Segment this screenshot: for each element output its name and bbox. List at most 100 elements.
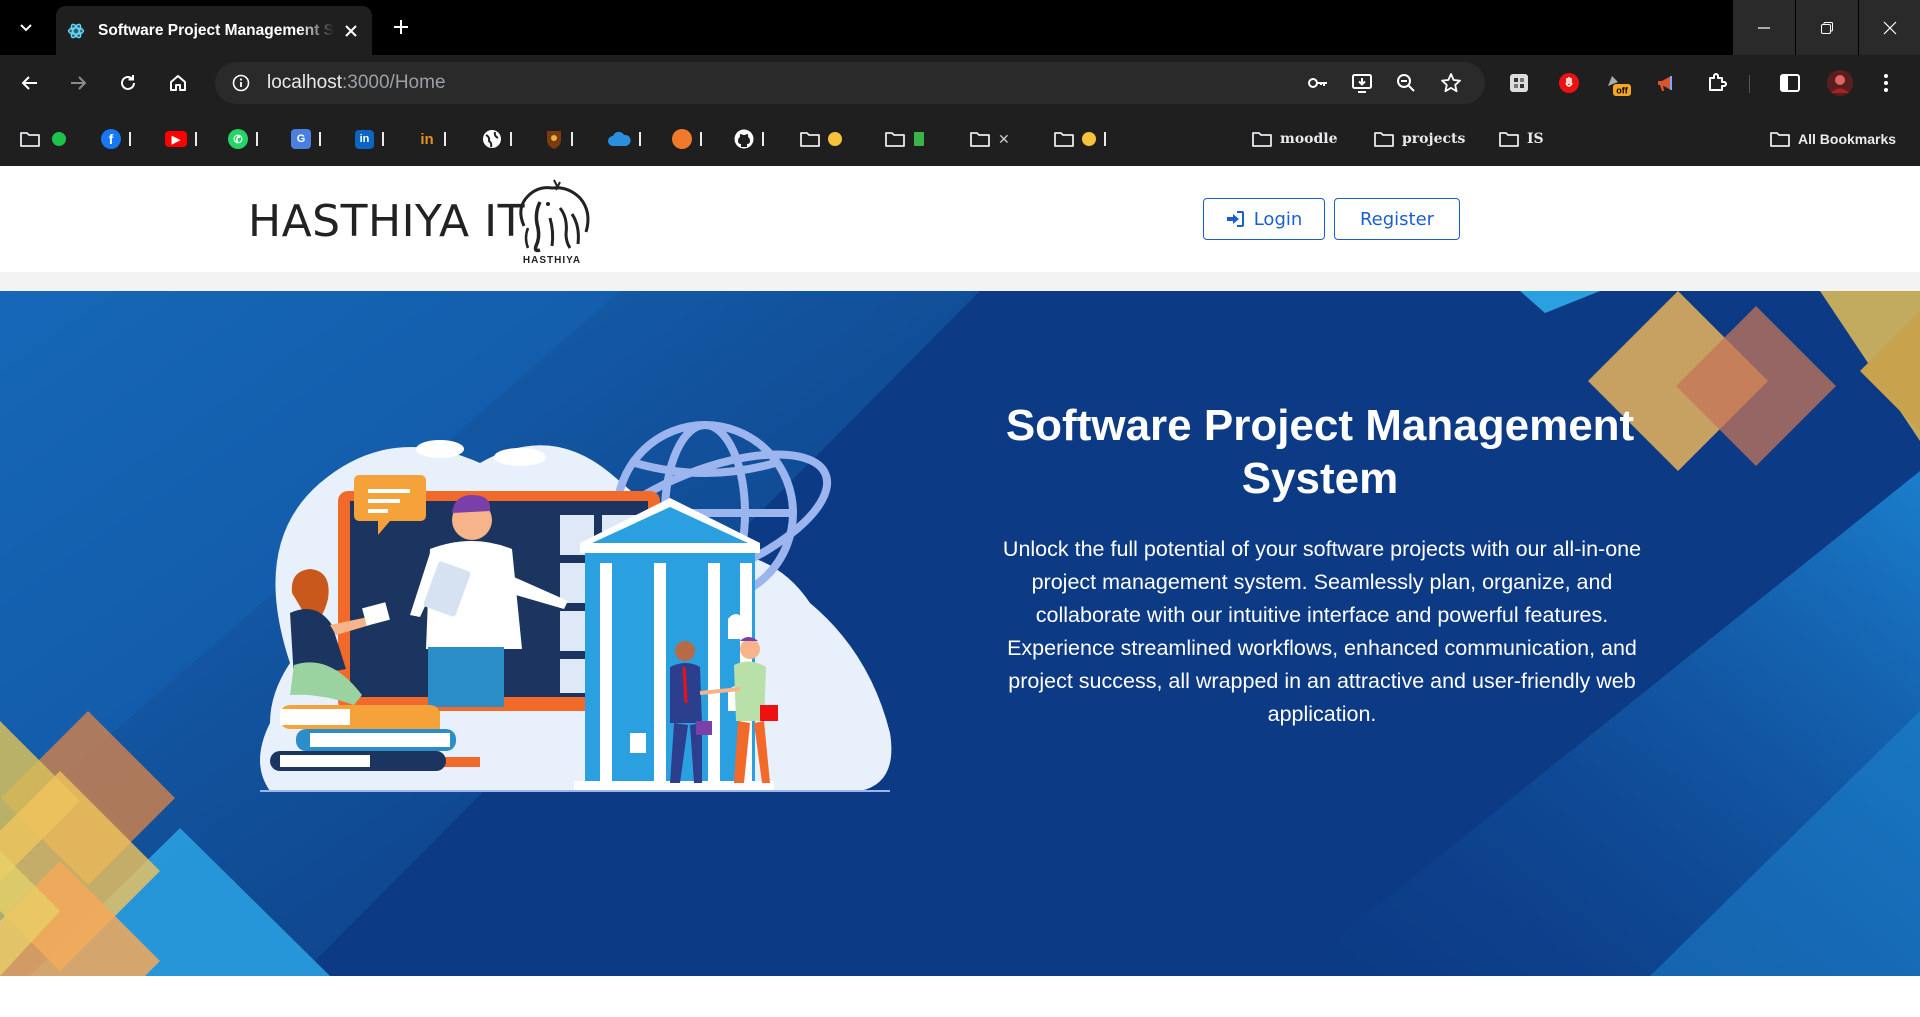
folder-icon — [970, 132, 990, 147]
bookmark-folder-book[interactable] — [885, 125, 924, 153]
register-button[interactable]: Register — [1334, 198, 1460, 240]
elephant-logo[interactable]: HASTHIYA — [510, 178, 594, 268]
bookmark-linkedin[interactable]: in — [355, 125, 384, 153]
browser-toolbar: localhost:3000/Home off — [0, 55, 1920, 111]
bookmark-moodle[interactable]: moodle — [1252, 125, 1338, 153]
header-shadow-band — [0, 272, 1920, 291]
crest-icon — [547, 131, 561, 149]
extension-badge: off — [1616, 86, 1628, 96]
bookmark-label: IS — [1527, 131, 1544, 147]
sign-in-icon — [1226, 211, 1244, 227]
bookmark-orange-site[interactable] — [672, 125, 702, 153]
profile-avatar[interactable] — [1824, 67, 1856, 99]
zoom-icon[interactable] — [1394, 71, 1418, 95]
arrow-left-icon — [21, 76, 37, 90]
site-info-icon[interactable] — [229, 71, 253, 95]
extension-puzzle-grid-icon[interactable] — [1503, 67, 1535, 99]
close-icon — [1883, 21, 1896, 34]
linkedin-icon: in — [355, 129, 374, 149]
toolbar-divider — [1749, 75, 1750, 93]
bookmark-youtube[interactable]: ▶ — [165, 125, 197, 153]
bookmark-label: moodle — [1280, 131, 1338, 147]
bookmark-facebook[interactable]: f — [101, 125, 131, 153]
folder-icon — [800, 132, 820, 147]
bookmark-globe[interactable] — [482, 125, 512, 153]
all-bookmarks-label: All Bookmarks — [1798, 131, 1897, 147]
close-window-button[interactable] — [1859, 0, 1920, 55]
minimize-button[interactable] — [1733, 0, 1795, 55]
whatsapp-icon: ✆ — [228, 129, 248, 149]
bookmark-cloud[interactable] — [607, 125, 641, 153]
home-icon — [170, 75, 186, 91]
folder-icon — [1252, 132, 1272, 147]
reload-button[interactable] — [112, 67, 144, 99]
folder-icon — [1499, 132, 1519, 147]
register-label: Register — [1359, 208, 1435, 230]
bookmark-folder-tools[interactable]: ✕ — [970, 125, 1010, 153]
side-panel-icon[interactable] — [1774, 67, 1806, 99]
facebook-icon: f — [101, 129, 121, 149]
forward-button[interactable] — [62, 67, 94, 99]
tab-title: Software Project Management Sy — [98, 21, 334, 39]
site-header: HASTHIYA IT HASTHIYA Login Register — [0, 166, 1920, 272]
browser-tab-strip: Software Project Management Sy — [0, 0, 1920, 55]
folder-icon — [1770, 132, 1790, 147]
adblock-extension-icon[interactable] — [1553, 67, 1585, 99]
bookmark-folder-smile[interactable] — [1054, 125, 1106, 153]
reload-icon — [121, 75, 135, 90]
bookmark-label: projects — [1402, 131, 1466, 147]
extensions-puzzle-icon[interactable] — [1701, 67, 1733, 99]
install-app-icon[interactable] — [1350, 71, 1374, 95]
hero-illustration — [260, 421, 892, 792]
extension-off-icon[interactable]: off — [1601, 67, 1633, 99]
url-text: localhost:3000/Home — [267, 72, 446, 94]
close-tab-icon[interactable] — [340, 20, 362, 42]
bookmark-in-site[interactable]: in — [418, 125, 446, 153]
cloud-icon — [608, 131, 631, 146]
hero-description: Unlock the full potential of your softwa… — [1002, 537, 1642, 726]
bookmark-star-icon[interactable] — [1439, 71, 1463, 95]
cool-face-icon — [828, 132, 842, 146]
bookmark-folder-emoji-1[interactable] — [800, 125, 842, 153]
in-site-icon: in — [420, 130, 434, 148]
bookmark-projects[interactable]: projects — [1374, 125, 1465, 153]
page-bottom-area — [0, 976, 1920, 1017]
bookmark-github[interactable] — [734, 125, 764, 153]
restore-button[interactable] — [1796, 0, 1858, 55]
password-key-icon[interactable] — [1306, 71, 1330, 95]
bookmarks-bar: f ▶ ✆ G in in ✕ moodle projects IS All B… — [0, 111, 1920, 166]
more-menu-icon[interactable] — [1870, 67, 1902, 99]
brand-name[interactable]: HASTHIYA IT — [248, 196, 525, 247]
folder-icon — [20, 132, 40, 147]
all-bookmarks[interactable]: All Bookmarks — [1770, 125, 1896, 153]
logo-caption: HASTHIYA — [522, 255, 582, 266]
url-host: localhost — [267, 72, 342, 93]
restore-icon — [1821, 21, 1833, 34]
back-button[interactable] — [14, 67, 46, 99]
g-site-icon: G — [291, 129, 311, 149]
hero-title: Software Project Management System — [1005, 401, 1635, 503]
browser-tab-active[interactable]: Software Project Management Sy — [56, 6, 372, 55]
url-path: :3000/Home — [342, 72, 446, 93]
address-bar[interactable]: localhost:3000/Home — [215, 62, 1485, 104]
arrow-right-icon — [71, 76, 87, 90]
folder-icon — [1374, 132, 1394, 147]
green-book-icon — [914, 132, 924, 146]
bookmark-folder-1[interactable] — [20, 125, 66, 153]
orange-site-icon — [672, 129, 692, 149]
bookmark-g-site[interactable]: G — [291, 125, 321, 153]
globe-icon — [483, 130, 501, 148]
new-tab-button[interactable] — [385, 11, 417, 43]
bookmark-crest[interactable] — [545, 125, 573, 153]
login-button[interactable]: Login — [1203, 198, 1325, 240]
favicon-icon — [66, 21, 86, 41]
bookmark-whatsapp[interactable]: ✆ — [228, 125, 258, 153]
chevron-down-icon — [20, 24, 32, 32]
home-button[interactable] — [162, 67, 194, 99]
minimize-icon — [1758, 26, 1770, 29]
bookmark-is[interactable]: IS — [1499, 125, 1544, 153]
megaphone-extension-icon[interactable] — [1650, 67, 1682, 99]
plus-icon — [394, 20, 408, 34]
tools-icon: ✕ — [998, 130, 1010, 147]
tab-search-button[interactable] — [10, 11, 42, 43]
